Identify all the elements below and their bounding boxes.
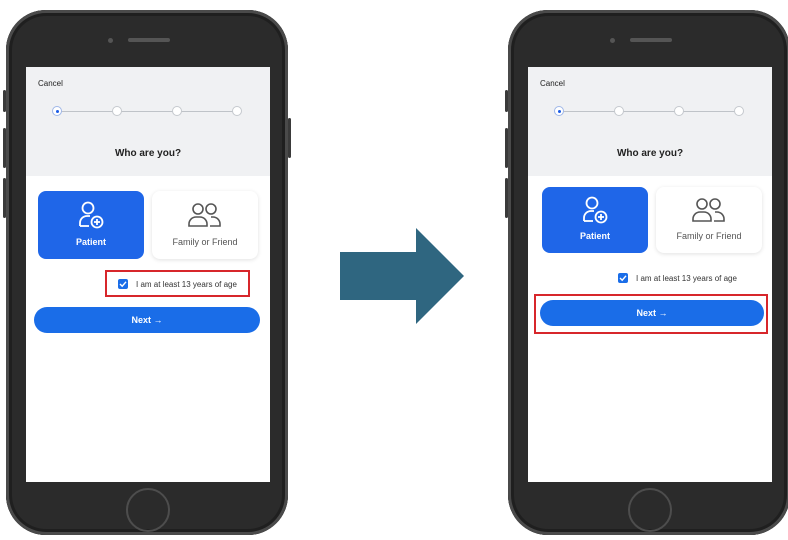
highlight-box-age-checkbox <box>105 270 250 297</box>
highlight-box-next-button <box>534 294 768 334</box>
option-patient-label: Patient <box>579 231 610 241</box>
page-title: Who are you? <box>616 148 684 159</box>
step-1-indicator <box>554 106 564 116</box>
camera-icon <box>108 38 113 43</box>
users-icon <box>692 198 725 222</box>
header-panel: Cancel Who are you? <box>26 67 270 176</box>
user-plus-icon <box>79 201 104 229</box>
option-family-card[interactable]: Family or Friend <box>152 191 258 259</box>
volume-up-button <box>3 128 6 168</box>
cancel-link[interactable]: Cancel <box>38 79 63 88</box>
step-2-indicator <box>112 106 122 116</box>
step-1-indicator <box>52 106 62 116</box>
age-checkbox-label: I am at least 13 years of age <box>636 273 737 283</box>
page-title: Who are you? <box>114 148 182 159</box>
user-plus-icon <box>583 196 608 224</box>
power-button <box>288 118 291 158</box>
option-patient-label: Patient <box>75 237 106 247</box>
step-3-indicator <box>674 106 684 116</box>
next-button[interactable]: Next → <box>34 307 260 333</box>
camera-icon <box>610 38 615 43</box>
step-4-indicator <box>734 106 744 116</box>
option-family-label: Family or Friend <box>172 237 238 247</box>
check-icon <box>619 275 627 282</box>
stepper-track <box>558 111 738 112</box>
mute-switch <box>3 90 6 112</box>
phone-frame-right: Cancel Who are you? Patient Family or Fr… <box>505 10 788 535</box>
stepper-track <box>56 111 236 112</box>
option-family-label: Family or Friend <box>676 231 742 241</box>
volume-up-button <box>505 128 508 168</box>
header-panel: Cancel Who are you? <box>528 67 772 176</box>
step-3-indicator <box>172 106 182 116</box>
option-family-card[interactable]: Family or Friend <box>656 187 762 253</box>
transition-arrow-icon <box>340 228 464 324</box>
mute-switch <box>505 90 508 112</box>
speaker-grille <box>630 38 672 42</box>
app-screen-left: Cancel Who are you? Patient Family or Fr… <box>26 67 270 482</box>
option-patient-card[interactable]: Patient <box>38 191 144 259</box>
step-2-indicator <box>614 106 624 116</box>
age-checkbox-row[interactable]: I am at least 13 years of age <box>618 273 737 283</box>
speaker-grille <box>128 38 170 42</box>
home-button <box>628 488 672 532</box>
step-4-indicator <box>232 106 242 116</box>
home-button <box>126 488 170 532</box>
volume-down-button <box>3 178 6 218</box>
age-checkbox[interactable] <box>618 273 628 283</box>
cancel-link[interactable]: Cancel <box>540 79 565 88</box>
volume-down-button <box>505 178 508 218</box>
option-patient-card[interactable]: Patient <box>542 187 648 253</box>
phone-frame-left: Cancel Who are you? Patient Family or Fr… <box>3 10 291 535</box>
app-screen-right: Cancel Who are you? Patient Family or Fr… <box>528 67 772 482</box>
users-icon <box>188 203 221 227</box>
